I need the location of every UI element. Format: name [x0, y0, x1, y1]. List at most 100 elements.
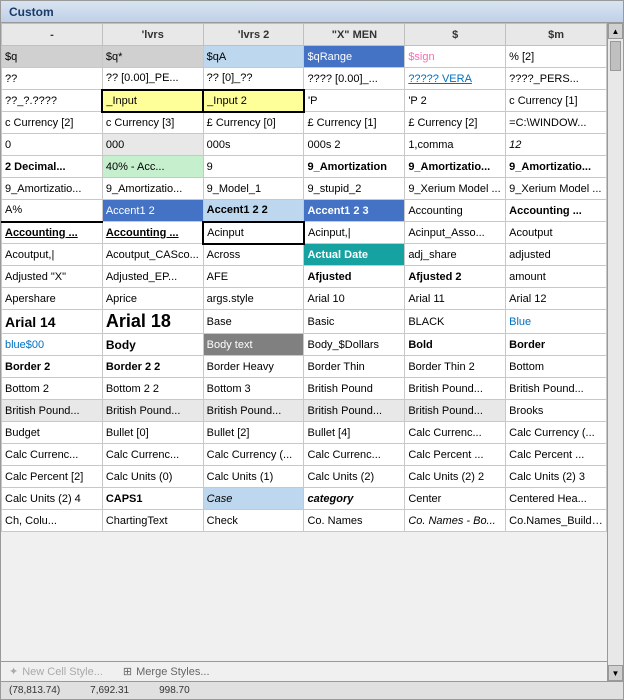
style-cell[interactable]: Bottom 2 2 [102, 378, 203, 400]
style-cell[interactable]: Border 2 [2, 356, 103, 378]
style-cell[interactable]: 9 [203, 156, 304, 178]
style-cell[interactable]: Acinput,| [304, 222, 405, 244]
table-row[interactable]: Ch, Colu...ChartingTextCheckCo. NamesCo.… [2, 510, 607, 532]
style-cell[interactable]: Co.Names_Buildup... [506, 510, 607, 532]
style-cell[interactable]: Arial 11 [405, 288, 506, 310]
style-cell[interactable]: ?? [2, 68, 103, 90]
style-cell[interactable]: ????_PERS... [506, 68, 607, 90]
new-cell-style-button[interactable]: ✦ New Cell Style... [9, 665, 103, 678]
style-cell[interactable]: Calc Units (2) 2 [405, 466, 506, 488]
style-cell[interactable]: 000s [203, 134, 304, 156]
style-cell[interactable]: Center [405, 488, 506, 510]
table-row[interactable]: $q$q*$qA$qRange$sign% [2] [2, 46, 607, 68]
table-row[interactable]: 0000000s000s 21,comma12 [2, 134, 607, 156]
style-cell[interactable]: adj_share [405, 244, 506, 266]
table-row[interactable]: Accounting ...Accounting ...AcinputAcinp… [2, 222, 607, 244]
style-cell[interactable]: Accounting ... [2, 222, 103, 244]
table-row[interactable]: ??_?.????_Input_Input 2'P'P 2c Currency … [2, 90, 607, 112]
style-cell[interactable]: 000 [102, 134, 203, 156]
style-cell[interactable]: ???? [0.00]_... [304, 68, 405, 90]
table-row[interactable]: Calc Currenc...Calc Currenc...Calc Curre… [2, 444, 607, 466]
style-cell[interactable]: Apershare [2, 288, 103, 310]
style-cell[interactable]: Arial 12 [506, 288, 607, 310]
style-cell[interactable]: Arial 10 [304, 288, 405, 310]
style-cell[interactable]: British Pound... [102, 400, 203, 422]
style-cell[interactable]: CAPS1 [102, 488, 203, 510]
style-cell[interactable]: Aprice [102, 288, 203, 310]
style-cell[interactable]: 9_Amortizatio... [506, 156, 607, 178]
style-cell[interactable]: Calc Units (0) [102, 466, 203, 488]
style-cell[interactable]: Budget [2, 422, 103, 444]
style-cell[interactable]: AFE [203, 266, 304, 288]
style-cell[interactable]: Bullet [4] [304, 422, 405, 444]
style-cell[interactable]: Centered Hea... [506, 488, 607, 510]
style-cell[interactable]: blue$00 [2, 334, 103, 356]
style-cell[interactable]: Accounting [405, 200, 506, 222]
style-cell[interactable]: Calc Percent ... [405, 444, 506, 466]
style-cell[interactable]: category [304, 488, 405, 510]
table-row[interactable]: British Pound...British Pound...British … [2, 400, 607, 422]
table-row[interactable]: Calc Percent [2]Calc Units (0)Calc Units… [2, 466, 607, 488]
style-cell[interactable]: £ Currency [2] [405, 112, 506, 134]
style-cell[interactable]: Bullet [2] [203, 422, 304, 444]
style-cell[interactable]: 9_Amortization [304, 156, 405, 178]
style-cell[interactable]: Border Heavy [203, 356, 304, 378]
table-row[interactable]: Calc Units (2) 4CAPS1CasecategoryCenterC… [2, 488, 607, 510]
style-cell[interactable]: $qA [203, 46, 304, 68]
style-cell[interactable]: ?? [0]_?? [203, 68, 304, 90]
style-cell[interactable]: British Pound... [405, 400, 506, 422]
style-cell[interactable]: c Currency [3] [102, 112, 203, 134]
style-cell[interactable]: British Pound [304, 378, 405, 400]
style-cell[interactable]: Calc Currenc... [102, 444, 203, 466]
style-cell[interactable]: Basic [304, 310, 405, 334]
style-cell[interactable]: 0 [2, 134, 103, 156]
style-cell[interactable]: _Input 2 [203, 90, 304, 112]
table-row[interactable]: ???? [0.00]_PE...?? [0]_?????? [0.00]_..… [2, 68, 607, 90]
style-cell[interactable]: 000s 2 [304, 134, 405, 156]
style-cell[interactable]: British Pound... [506, 378, 607, 400]
style-cell[interactable]: ?? [0.00]_PE... [102, 68, 203, 90]
style-cell[interactable]: Bottom [506, 356, 607, 378]
style-cell[interactable]: _Input [102, 90, 203, 112]
style-cell[interactable]: 9_Model_1 [203, 178, 304, 200]
style-cell[interactable]: Border [506, 334, 607, 356]
style-cell[interactable]: Acinput [203, 222, 304, 244]
style-cell[interactable]: Calc Units (2) 4 [2, 488, 103, 510]
style-cell[interactable]: Border Thin 2 [405, 356, 506, 378]
style-cell[interactable]: 'P [304, 90, 405, 112]
style-cell[interactable]: Calc Currenc... [2, 444, 103, 466]
table-row[interactable]: 9_Amortizatio...9_Amortizatio...9_Model_… [2, 178, 607, 200]
table-row[interactable]: A%Accent1 2Accent1 2 2Accent1 2 3Account… [2, 200, 607, 222]
style-cell[interactable]: Bottom 3 [203, 378, 304, 400]
style-cell[interactable]: Ch, Colu... [2, 510, 103, 532]
style-cell[interactable]: $qRange [304, 46, 405, 68]
style-cell[interactable]: % [2] [506, 46, 607, 68]
style-cell[interactable]: Calc Units (1) [203, 466, 304, 488]
style-cell[interactable]: =C:\WINDOW... [506, 112, 607, 134]
style-cell[interactable]: c Currency [2] [2, 112, 103, 134]
style-cell[interactable]: BLACK [405, 310, 506, 334]
style-cell[interactable]: Calc Percent ... [506, 444, 607, 466]
scrollbar-down-button[interactable]: ▼ [608, 665, 623, 681]
style-cell[interactable]: Calc Currency (... [506, 422, 607, 444]
style-cell[interactable]: 9_Amortizatio... [405, 156, 506, 178]
table-row[interactable]: Acoutput,|Acoutput_CASco...AcrossActual … [2, 244, 607, 266]
style-cell[interactable]: 9_Xerium Model ... [506, 178, 607, 200]
style-cell[interactable]: ????? VERA [405, 68, 506, 90]
style-cell[interactable]: Accent1 2 3 [304, 200, 405, 222]
table-row[interactable]: 2 Decimal...40% - Acc...99_Amortization9… [2, 156, 607, 178]
table-row[interactable]: ApershareApriceargs.styleArial 10Arial 1… [2, 288, 607, 310]
style-cell[interactable]: Accent1 2 [102, 200, 203, 222]
style-cell[interactable]: British Pound... [304, 400, 405, 422]
style-cell[interactable]: Blue [506, 310, 607, 334]
style-cell[interactable]: Arial 14 [2, 310, 103, 334]
style-cell[interactable]: $q [2, 46, 103, 68]
style-cell[interactable]: Acoutput_CASco... [102, 244, 203, 266]
style-cell[interactable]: Afjusted [304, 266, 405, 288]
table-row[interactable]: blue$00BodyBody textBody_$DollarsBoldBor… [2, 334, 607, 356]
style-cell[interactable]: 1,comma [405, 134, 506, 156]
style-cell[interactable]: $q* [102, 46, 203, 68]
table-row[interactable]: BudgetBullet [0]Bullet [2]Bullet [4]Calc… [2, 422, 607, 444]
style-cell[interactable]: Afjusted 2 [405, 266, 506, 288]
style-cell[interactable]: Calc Currenc... [304, 444, 405, 466]
